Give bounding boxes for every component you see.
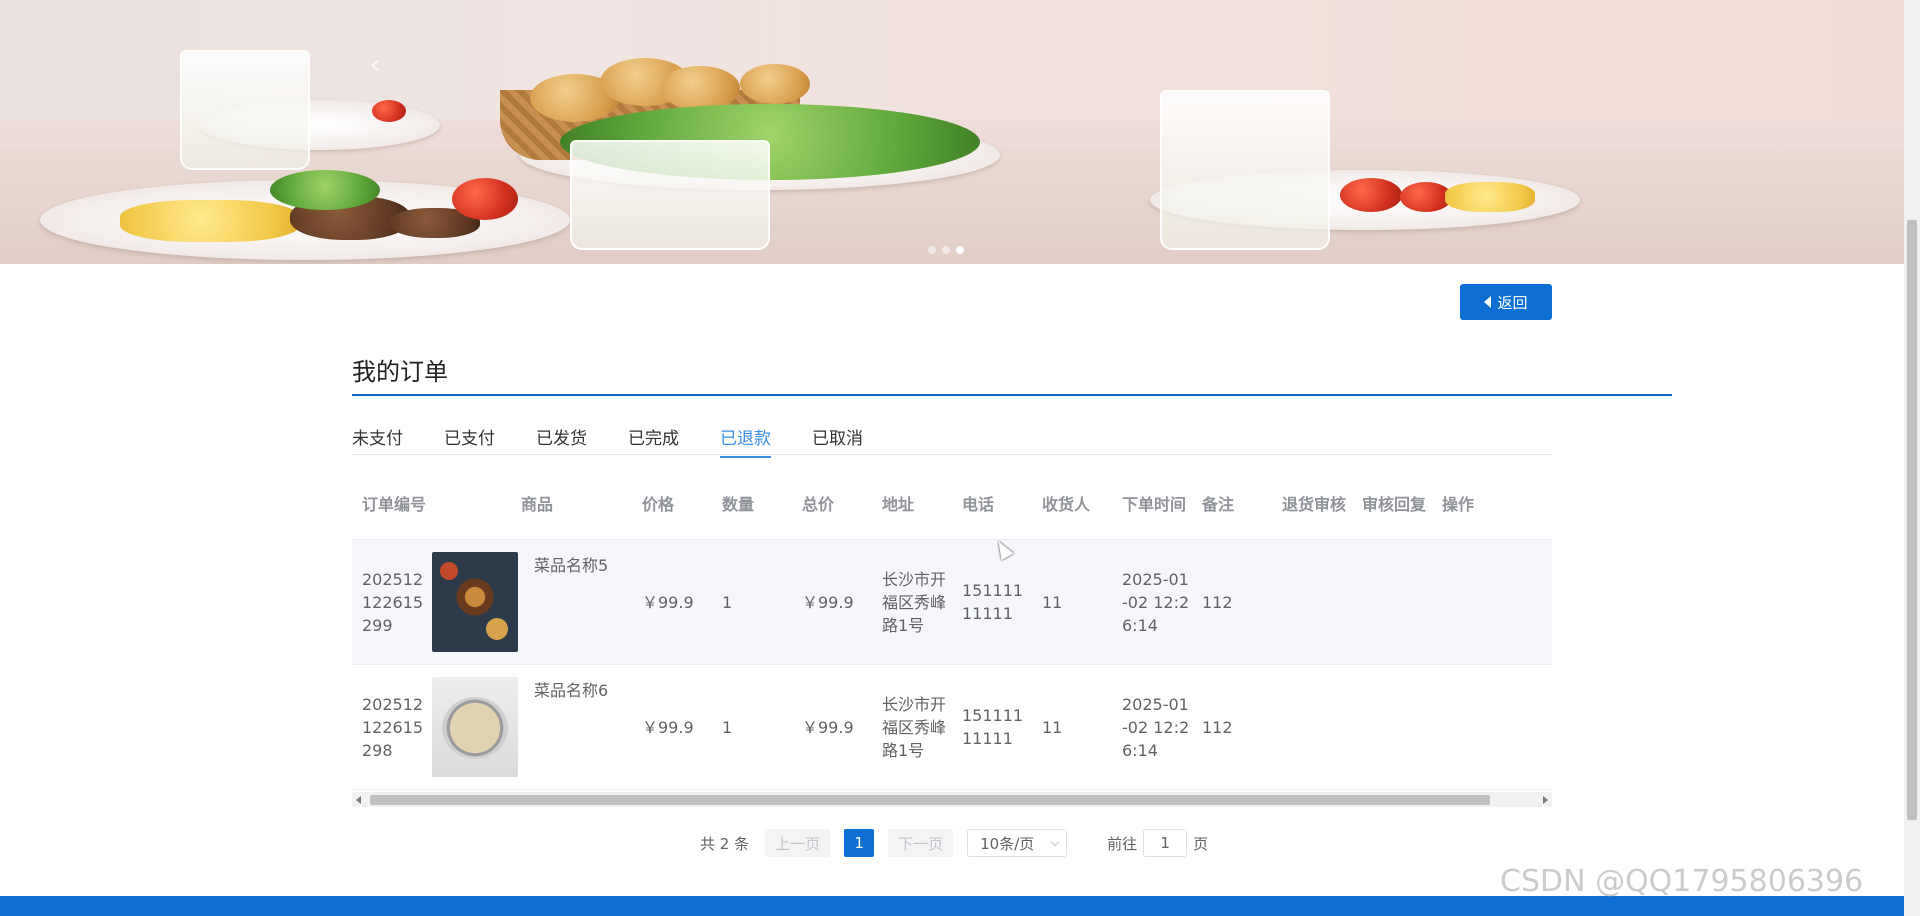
goods-image[interactable]: [432, 677, 518, 777]
title-divider: [352, 394, 1672, 396]
goods-image[interactable]: [432, 552, 518, 652]
order-no-cell: 202512122615298: [362, 694, 424, 760]
header-order-no: 订单编号: [362, 494, 427, 514]
banner-broccoli: [270, 170, 380, 210]
scrollbar-thumb[interactable]: [370, 795, 1490, 805]
total-cell: ￥99.9: [802, 717, 854, 737]
tab-completed[interactable]: 已完成: [628, 424, 679, 456]
qty-cell: 1: [722, 592, 733, 612]
remark-cell: 112: [1202, 592, 1233, 612]
goto-suffix: 页: [1193, 834, 1209, 853]
qty-cell: 1: [722, 717, 733, 737]
order-time-cell: 2025-01-02 12:26:14: [1122, 694, 1190, 760]
page-scrollbar-thumb[interactable]: [1907, 220, 1917, 820]
order-no-cell: 202512122615299: [362, 569, 424, 635]
table-horizontal-scrollbar[interactable]: [352, 792, 1552, 807]
header-phone: 电话: [962, 494, 995, 514]
prev-page-button[interactable]: 上一页: [765, 829, 831, 857]
goto-page: 前往 页: [1107, 829, 1208, 857]
order-status-tabs: 未支付 已支付 已发货 已完成 已退款 已取消: [352, 424, 904, 458]
receiver-cell: 11: [1042, 717, 1063, 737]
chevron-down-icon: [1050, 837, 1060, 846]
header-remark: 备注: [1202, 494, 1235, 514]
banner-bun-4: [740, 64, 810, 104]
page-size-value: 10条/页: [980, 834, 1035, 853]
goto-page-input[interactable]: [1143, 829, 1188, 857]
caret-left-icon: [1484, 296, 1492, 308]
header-action: 操作: [1442, 494, 1475, 514]
goods-name: 菜品名称5: [534, 556, 609, 575]
banner-bun-3: [660, 66, 740, 110]
banner-tomato-2: [372, 100, 406, 122]
tab-paid[interactable]: 已支付: [444, 424, 495, 456]
phone-cell: 15111111111: [962, 581, 1024, 623]
tabs-divider: [352, 454, 1552, 455]
banner-cheese: [1445, 182, 1535, 212]
orders-table: 订单编号 商品 价格 数量 总价 地址 电话 收货人 下单时间 备注 退货审核 …: [352, 470, 1552, 790]
banner-prev-arrow[interactable]: ‹: [360, 50, 390, 80]
goods-cell: 菜品名称5: [432, 552, 632, 652]
back-button[interactable]: 返回: [1460, 284, 1552, 320]
banner-glass-center: [570, 140, 770, 250]
footer-bar: [0, 896, 1904, 916]
table-row: 202512122615298 菜品名称6 ￥99.9 1 ￥99.9 长沙市开…: [352, 665, 1552, 790]
banner-dot-1[interactable]: [928, 246, 936, 254]
table-row: 202512122615299 菜品名称5 ￥99.9 1 ￥99.9 长沙市开…: [352, 540, 1552, 665]
tab-unpaid[interactable]: 未支付: [352, 424, 403, 456]
page-number-current[interactable]: 1: [844, 829, 875, 857]
header-review-reply: 审核回复: [1362, 494, 1427, 514]
scroll-right-icon[interactable]: [1543, 796, 1548, 804]
header-order-time: 下单时间: [1122, 494, 1187, 514]
total-cell: ￥99.9: [802, 592, 854, 612]
banner-dot-3[interactable]: [956, 246, 964, 254]
header-qty: 数量: [722, 494, 755, 514]
page-size-select[interactable]: 10条/页: [967, 829, 1068, 857]
table-header: 订单编号 商品 价格 数量 总价 地址 电话 收货人 下单时间 备注 退货审核 …: [352, 470, 1552, 540]
tab-refunded[interactable]: 已退款: [720, 424, 771, 458]
banner-dot-2[interactable]: [942, 246, 950, 254]
pagination-total: 共 2 条: [700, 834, 750, 853]
header-address: 地址: [882, 494, 915, 514]
page-title: 我的订单: [352, 358, 448, 386]
header-receiver: 收货人: [1042, 494, 1091, 514]
back-button-label: 返回: [1497, 293, 1528, 312]
scroll-left-icon[interactable]: [356, 796, 361, 804]
address-cell: 长沙市开福区秀峰路1号: [882, 694, 947, 760]
banner-carousel: ‹: [0, 0, 1904, 264]
banner-indicators: [928, 246, 964, 254]
receiver-cell: 11: [1042, 592, 1063, 612]
pagination: 共 2 条 上一页 1 下一页 10条/页 前往 页: [700, 829, 1208, 857]
tab-cancelled[interactable]: 已取消: [812, 424, 863, 456]
header-goods: 商品: [520, 494, 553, 514]
page-vertical-scrollbar[interactable]: [1904, 0, 1920, 916]
next-page-button[interactable]: 下一页: [888, 829, 954, 857]
watermark: CSDN @QQ1795806396: [1500, 864, 1864, 899]
banner-tomato-1: [452, 178, 518, 220]
header-total: 总价: [802, 494, 835, 514]
header-return-review: 退货审核: [1282, 494, 1347, 514]
goods-cell: 菜品名称6: [432, 677, 632, 777]
tab-shipped[interactable]: 已发货: [536, 424, 587, 456]
goto-prefix: 前往: [1107, 834, 1138, 853]
order-time-cell: 2025-01-02 12:26:14: [1122, 569, 1190, 635]
banner-omelette: [120, 200, 300, 242]
banner-glass-left: [180, 50, 310, 170]
price-cell: ￥99.9: [642, 717, 694, 737]
phone-cell: 15111111111: [962, 706, 1024, 748]
banner-tomato-3: [1340, 178, 1402, 212]
header-price: 价格: [642, 494, 675, 514]
price-cell: ￥99.9: [642, 592, 694, 612]
address-cell: 长沙市开福区秀峰路1号: [882, 569, 947, 635]
banner-glass-right: [1160, 90, 1330, 250]
remark-cell: 112: [1202, 717, 1233, 737]
goods-name: 菜品名称6: [534, 681, 609, 700]
